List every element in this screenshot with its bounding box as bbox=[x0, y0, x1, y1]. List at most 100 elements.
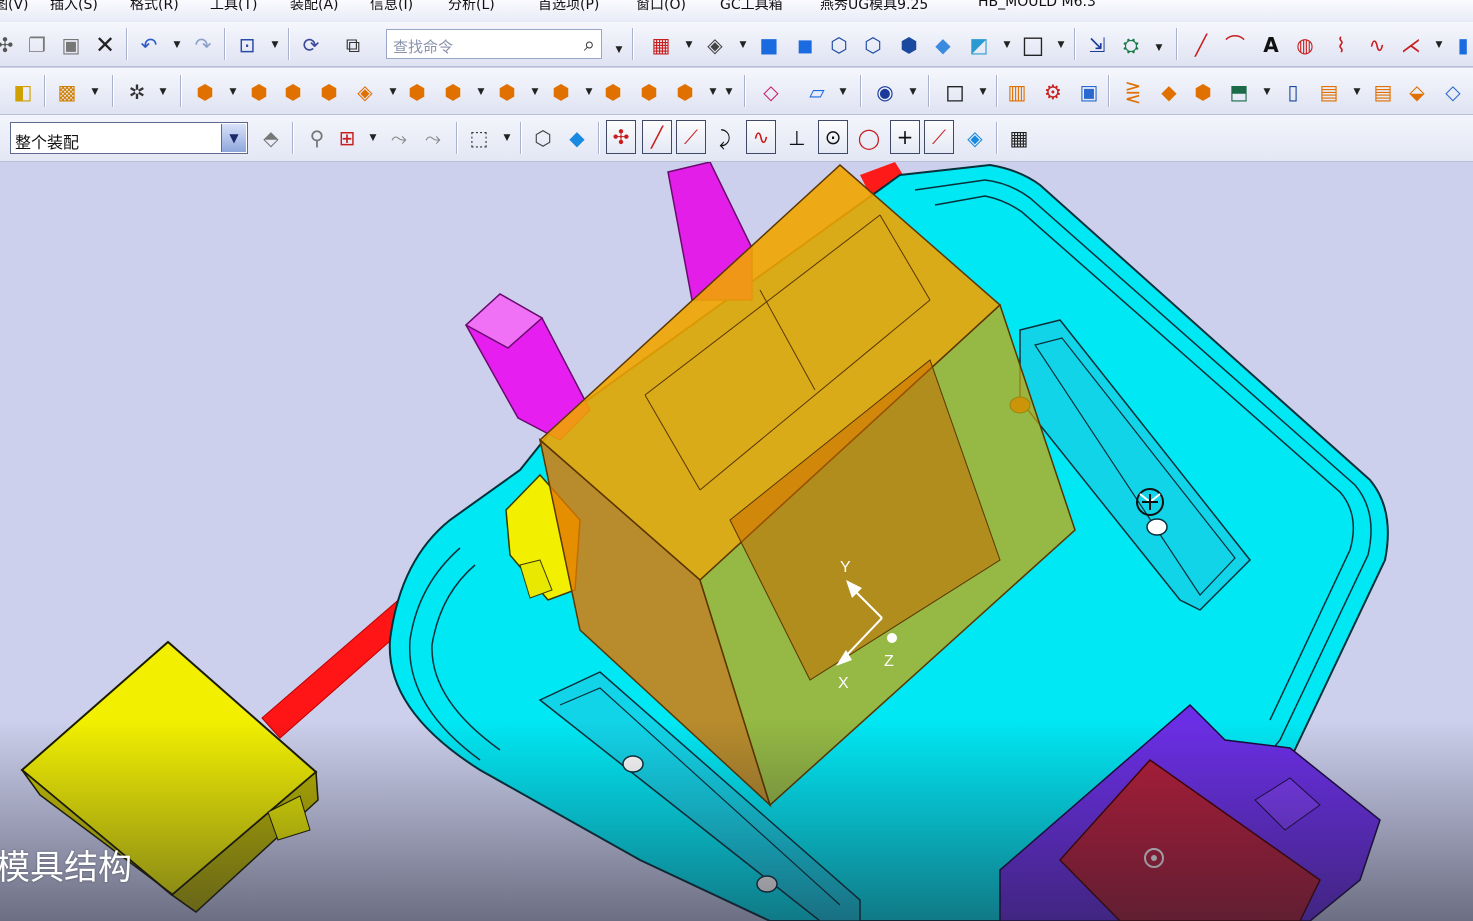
mold-wizard-icon[interactable]: ◧ bbox=[10, 79, 36, 105]
wcs-dropdown[interactable]: ▼ bbox=[270, 35, 280, 55]
select-point-dropdown[interactable]: ▼ bbox=[368, 128, 378, 148]
layout-icon[interactable]: ▦ bbox=[648, 32, 674, 58]
offset-curve-icon[interactable]: ⋌ bbox=[1398, 32, 1424, 58]
section-icon[interactable]: ◩ bbox=[966, 32, 992, 58]
menu-insert[interactable]: 插入(S) bbox=[50, 0, 98, 14]
reference-set-icon[interactable]: ⬢ bbox=[636, 79, 662, 105]
cylinder-icon[interactable]: ⛭ bbox=[1118, 32, 1144, 58]
face-icon[interactable]: ◇ bbox=[1440, 79, 1466, 105]
sketch-plane-icon[interactable]: ▱ bbox=[804, 79, 830, 105]
runner-icon[interactable]: ◆ bbox=[1156, 79, 1182, 105]
menu-window[interactable]: 窗口(O) bbox=[636, 0, 686, 14]
face-icon[interactable]: ◇ bbox=[758, 79, 784, 105]
standard-part-dropdown[interactable]: ▼ bbox=[978, 82, 988, 102]
assembly-filter-select[interactable]: 整个装配 ▼ bbox=[10, 122, 248, 154]
render-style-icon[interactable]: ◈ bbox=[702, 32, 728, 58]
sketch-plane-dropdown[interactable]: ▼ bbox=[838, 82, 848, 102]
face-analysis-icon[interactable]: ◆ bbox=[930, 32, 956, 58]
copy-icon[interactable]: ❐ bbox=[24, 32, 50, 58]
box-select-icon[interactable]: ⬚ bbox=[466, 125, 492, 151]
delete-icon[interactable]: ✕ bbox=[92, 32, 118, 58]
cylinder-icon[interactable]: ▮ bbox=[1450, 32, 1473, 58]
curve-icon[interactable]: ⌇ bbox=[1328, 32, 1354, 58]
toolbar-overflow[interactable]: ▼ bbox=[724, 82, 734, 102]
delete-dropdown[interactable]: ▼ bbox=[476, 82, 486, 102]
solid-icon[interactable]: ◆ bbox=[564, 125, 590, 151]
datum-axis-dropdown[interactable]: ▼ bbox=[1154, 38, 1164, 58]
datum-dropdown[interactable]: ▼ bbox=[1056, 35, 1066, 55]
chevron-down-icon[interactable]: ▼ bbox=[221, 124, 246, 152]
electrode-icon[interactable]: ⬒ bbox=[1226, 79, 1252, 105]
snap-point-on-curve-icon[interactable]: + bbox=[890, 120, 920, 154]
arc-icon[interactable]: ⌒ bbox=[1222, 32, 1248, 58]
search-icon[interactable]: ⌕ bbox=[584, 32, 595, 56]
snap-intersection-icon[interactable]: ⊥ bbox=[784, 125, 810, 151]
datum-axis-icon[interactable]: ⇲ bbox=[1084, 32, 1110, 58]
menu-assembly[interactable]: 装配(A) bbox=[290, 0, 339, 14]
snap-bounded-grid-icon[interactable]: ◈ bbox=[962, 125, 988, 151]
component-delete-icon[interactable]: ⬢ bbox=[440, 79, 466, 105]
mold-base-icon[interactable]: ◉ bbox=[872, 79, 898, 105]
pocket-icon[interactable]: ▯ bbox=[1280, 79, 1306, 105]
show-hide-icon[interactable]: ⧉ bbox=[340, 32, 366, 58]
snap-end-point-icon[interactable]: ╱ bbox=[642, 120, 672, 154]
snap-curve-icon[interactable]: ⤸ bbox=[712, 125, 738, 151]
wcs-icon[interactable]: ⊡ bbox=[234, 32, 260, 58]
component-array-icon[interactable]: ◈ bbox=[352, 79, 378, 105]
component-replace-icon[interactable]: ⬢ bbox=[280, 79, 306, 105]
csys-icon[interactable]: ⟳ bbox=[298, 32, 324, 58]
hidden-edge-icon[interactable]: ⬡ bbox=[860, 32, 886, 58]
lifter-icon[interactable]: ▣ bbox=[1076, 79, 1102, 105]
box-select-dropdown[interactable]: ▼ bbox=[502, 128, 512, 148]
static-wireframe-icon[interactable]: ⬢ bbox=[896, 32, 922, 58]
wave-link-icon[interactable]: ⬢ bbox=[672, 79, 698, 105]
standard-part-icon[interactable]: ◻ bbox=[942, 79, 968, 105]
slider-icon[interactable]: ⚙ bbox=[1040, 79, 1066, 105]
bom-icon[interactable]: ▤ bbox=[1316, 79, 1342, 105]
snap-control-point-icon[interactable]: ∿ bbox=[746, 120, 776, 154]
redo-icon[interactable]: ↷ bbox=[190, 32, 216, 58]
component-icon[interactable]: ⬡ bbox=[530, 125, 556, 151]
menu-yanxiu[interactable]: 燕秀UG模具9.25 bbox=[820, 0, 928, 14]
search-dropdown[interactable]: ▼ bbox=[614, 40, 624, 60]
exploded-view-icon[interactable]: ⬢ bbox=[600, 79, 626, 105]
tabular-icon[interactable]: ▦ bbox=[1006, 125, 1032, 151]
component-add-dropdown[interactable]: ▼ bbox=[228, 82, 238, 102]
drawing-icon[interactable]: ▤ bbox=[1370, 79, 1396, 105]
menu-gc-toolbox[interactable]: GC工具箱 bbox=[720, 0, 783, 14]
component-mirror-icon[interactable]: ⬢ bbox=[316, 79, 342, 105]
render-dropdown[interactable]: ▼ bbox=[738, 35, 748, 55]
project-icon[interactable]: ▩ bbox=[54, 79, 80, 105]
snap-quadrant-icon[interactable]: ◯ bbox=[856, 125, 882, 151]
menu-information[interactable]: 信息(I) bbox=[370, 0, 413, 14]
select-body-icon[interactable]: ⤳ bbox=[420, 125, 446, 151]
snap-icon[interactable]: ✲ bbox=[124, 79, 150, 105]
menu-view[interactable]: 图(V) bbox=[0, 0, 29, 14]
snap-existing-point-icon[interactable]: ✣ bbox=[606, 120, 636, 154]
menu-tools[interactable]: 工具(T) bbox=[210, 0, 257, 14]
paste-icon[interactable]: ▣ bbox=[58, 32, 84, 58]
snap-arc-center-icon[interactable]: ⊙ bbox=[818, 120, 848, 154]
menu-format[interactable]: 格式(R) bbox=[130, 0, 179, 14]
cooling-icon[interactable]: ⬢ bbox=[1190, 79, 1216, 105]
text-icon[interactable]: A bbox=[1258, 32, 1284, 58]
assembly-constraint-icon[interactable]: ⬢ bbox=[548, 79, 574, 105]
move-icon[interactable]: ✣ bbox=[0, 32, 18, 58]
sketch-icon[interactable]: ◍ bbox=[1292, 32, 1318, 58]
ejector-pin-icon[interactable]: ▥ bbox=[1004, 79, 1030, 105]
menu-analysis[interactable]: 分析(L) bbox=[448, 0, 495, 14]
component-suppress-icon[interactable]: ⬢ bbox=[494, 79, 520, 105]
project-dropdown[interactable]: ▼ bbox=[90, 82, 100, 102]
model-canvas[interactable]: Y X Z bbox=[0, 162, 1473, 921]
filter-icon[interactable]: ⚲ bbox=[304, 125, 330, 151]
snap-point-on-face-icon[interactable]: ⟋ bbox=[924, 120, 954, 154]
constraint-dropdown[interactable]: ▼ bbox=[584, 82, 594, 102]
electrode-dropdown[interactable]: ▼ bbox=[1262, 82, 1272, 102]
gate-icon[interactable]: ⋛ bbox=[1120, 79, 1146, 105]
layout-dropdown[interactable]: ▼ bbox=[684, 35, 694, 55]
component-new-icon[interactable]: ⬢ bbox=[246, 79, 272, 105]
command-search[interactable]: 查找命令 ⌕ bbox=[386, 29, 602, 59]
select-face-icon[interactable]: ⤳ bbox=[386, 125, 412, 151]
select-point-icon[interactable]: ⊞ bbox=[334, 125, 360, 151]
curve-dropdown[interactable]: ▼ bbox=[1434, 35, 1444, 55]
